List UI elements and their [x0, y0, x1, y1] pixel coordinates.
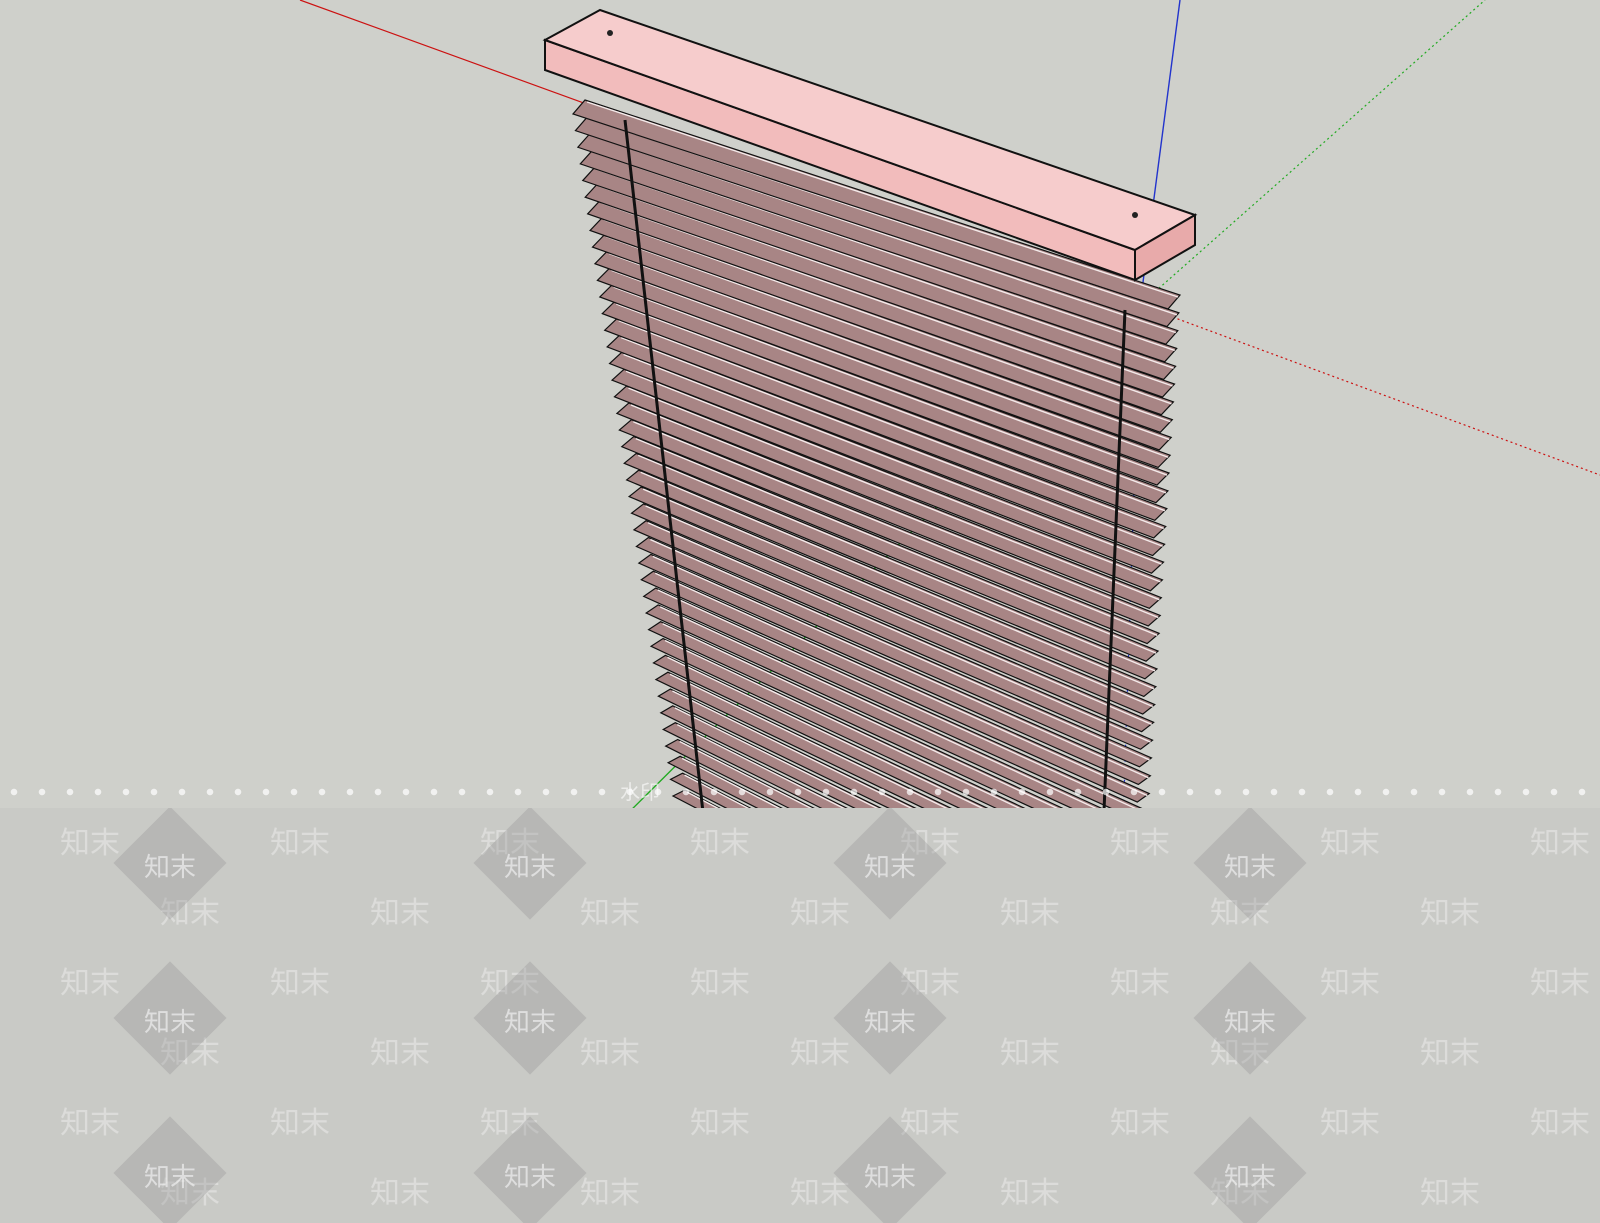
3d-viewport[interactable]: 知末 知末 知末 知末 知末 知末 知末 知末 知末 知末 知末 知末 知末 知末 知末 知末 知末 知末 知末 知末…: [0, 0, 1600, 1223]
watermark-diamond-label: 知末: [503, 853, 556, 883]
watermark-diamond-label: 知末: [503, 1008, 556, 1038]
watermark-diamond-label: 知末: [1223, 853, 1276, 883]
watermark-tile-text: 知末: [1110, 1106, 1170, 1141]
watermark-tile-text: 知末: [580, 896, 640, 931]
watermark-diamond-label: 知末: [1223, 1008, 1276, 1038]
watermark-diamond-label: 知末: [1223, 1163, 1276, 1193]
watermark-tile-text: 知末: [690, 1106, 750, 1141]
watermark-tile-text: 知末: [1320, 1106, 1380, 1141]
watermark-tile-text: 知末: [1110, 966, 1170, 1001]
watermark-tile-text: 知末: [1530, 966, 1590, 1001]
watermark-tile-text: 知末: [370, 896, 430, 931]
watermark-diamond-label: 知末: [143, 853, 196, 883]
watermark-tile-text: 知末: [1420, 896, 1480, 931]
watermark-tile-text: 知末: [580, 1036, 640, 1071]
watermark-tile-text: 知末: [60, 826, 120, 861]
watermark-diamond-label: 知末: [503, 1163, 556, 1193]
headrail-screw-right: [1132, 212, 1138, 218]
watermark-tile-text: 知末: [270, 826, 330, 861]
watermark-tile-text: 知末: [790, 896, 850, 931]
watermark-tile-text: 知末: [60, 966, 120, 1001]
watermark-tile-text: 知末: [370, 1176, 430, 1211]
watermark-tile-text: 知末: [1110, 826, 1170, 861]
watermark-tile-text: 知末: [1000, 1036, 1060, 1071]
watermark-tile-text: 知末: [1530, 826, 1590, 861]
watermark-diamond-label: 知末: [863, 1008, 916, 1038]
watermark-diamond-label: 知末: [863, 1163, 916, 1193]
watermark-dotted-line: [0, 788, 1600, 796]
watermark-tile-text: 知末: [1000, 1176, 1060, 1211]
watermark-tile-text: 知末: [270, 966, 330, 1001]
watermark-tile-text: 知末: [1320, 826, 1380, 861]
watermark-tile-text: 知末: [270, 1106, 330, 1141]
watermark-top-label: 水印: [620, 780, 660, 804]
watermark-tile-text: 知末: [370, 1036, 430, 1071]
headrail-screw-left: [607, 30, 613, 36]
watermark-diamond-label: 知末: [863, 853, 916, 883]
watermark-tile-text: 知末: [1530, 1106, 1590, 1141]
watermark-tile-text: 知末: [580, 1176, 640, 1211]
watermark-diamond-label: 知末: [143, 1163, 196, 1193]
watermark-diamond-label: 知末: [143, 1008, 196, 1038]
watermark-tile-text: 知末: [1000, 896, 1060, 931]
watermark-tile-text: 知末: [1420, 1036, 1480, 1071]
watermark-tile-text: 知末: [1420, 1176, 1480, 1211]
watermark-tile-text: 知末: [690, 826, 750, 861]
watermark-tile-text: 知末: [690, 966, 750, 1001]
watermark-tile-text: 知末: [1320, 966, 1380, 1001]
red-axis-dotted: [1139, 304, 1600, 476]
watermark-tile-text: 知末: [60, 1106, 120, 1141]
watermark-band: 知末 知末 知末 知末 知末 知末 知末 知末 知末 知末 知末 知末 知末 知末 知末 知末 知末 知末 知末 知末…: [0, 808, 1600, 1223]
green-axis-dotted: [1139, 0, 1486, 306]
